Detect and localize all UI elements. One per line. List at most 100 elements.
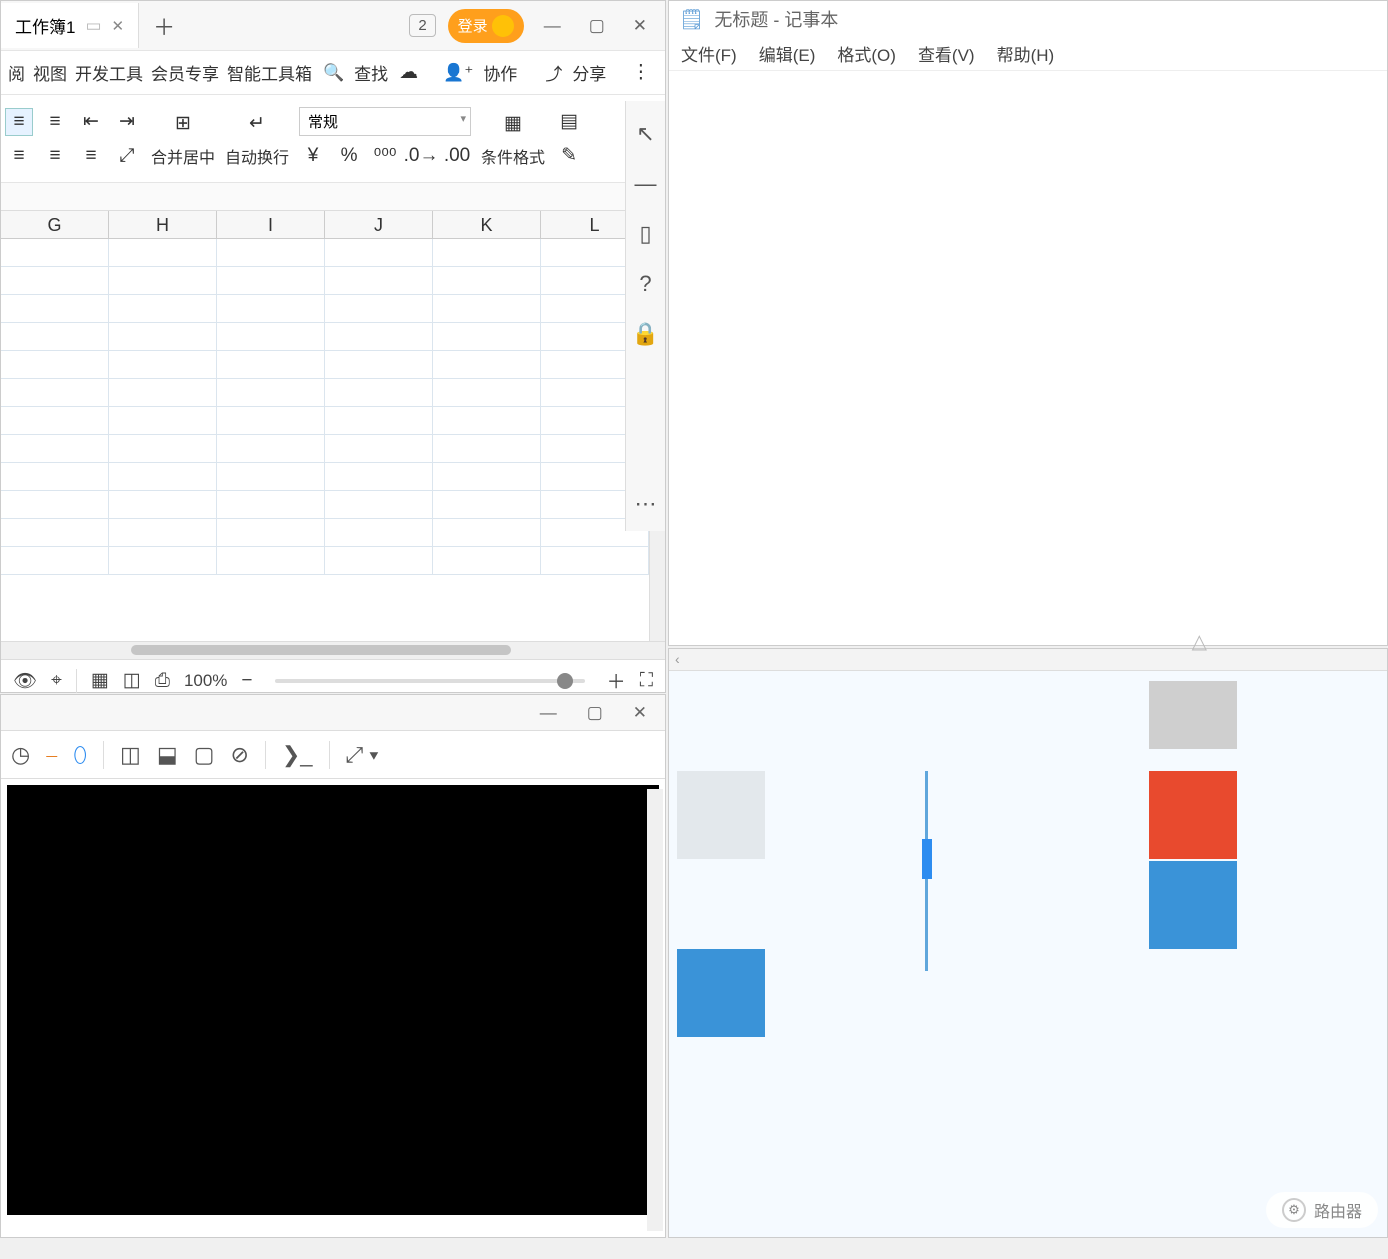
menu-item[interactable]: 阅 (5, 56, 28, 89)
cell[interactable] (1, 379, 109, 406)
no-split-icon[interactable]: ⊘ (230, 742, 248, 768)
wrap-label[interactable]: 自动换行 (225, 144, 289, 168)
minimize-icon[interactable]: — (536, 12, 569, 40)
cell[interactable] (1, 435, 109, 462)
zoom-slider[interactable] (275, 679, 585, 683)
cell[interactable] (109, 519, 217, 546)
tab-count-badge[interactable]: 2 (409, 14, 435, 37)
cloud-icon[interactable]: ☁ (396, 57, 421, 88)
currency-icon[interactable]: ¥ (299, 142, 327, 170)
cell[interactable] (433, 351, 541, 378)
eye-icon[interactable]: 👁 (13, 669, 37, 693)
cell[interactable] (1, 239, 109, 266)
target-icon[interactable]: ⌖ (51, 670, 62, 692)
table-row[interactable] (1, 351, 649, 379)
cell[interactable] (433, 267, 541, 294)
table-row[interactable] (1, 491, 649, 519)
workbook-tab[interactable]: 工作簿1 ▭ ✕ (1, 3, 139, 48)
cell[interactable] (325, 519, 433, 546)
close-icon[interactable]: ✕ (625, 699, 655, 727)
cell[interactable] (217, 435, 325, 462)
col-header[interactable]: G (1, 211, 109, 238)
view-break-icon[interactable]: ⎙ (155, 670, 170, 692)
cell[interactable] (433, 519, 541, 546)
cell[interactable] (433, 435, 541, 462)
menu-item[interactable]: 视图 (30, 56, 70, 89)
menu-file[interactable]: 文件(F) (681, 41, 737, 66)
menu-item[interactable]: 开发工具 (72, 56, 146, 89)
cell[interactable] (217, 267, 325, 294)
cell[interactable] (325, 435, 433, 462)
cell[interactable] (433, 407, 541, 434)
back-icon[interactable]: ‹ (675, 651, 680, 667)
menu-help[interactable]: 帮助(H) (997, 41, 1055, 66)
add-tab-button[interactable]: ＋ (139, 10, 189, 42)
cell[interactable] (217, 295, 325, 322)
cell[interactable] (109, 323, 217, 350)
cell[interactable] (109, 491, 217, 518)
console-area[interactable] (7, 785, 659, 1215)
cond-format-label[interactable]: 条件格式 (481, 144, 545, 168)
col-header[interactable]: I (217, 211, 325, 238)
table-row[interactable] (1, 435, 649, 463)
cell[interactable] (433, 239, 541, 266)
cell[interactable] (325, 323, 433, 350)
tile-blue[interactable] (677, 949, 765, 1037)
fullview-icon[interactable]: ▢ (194, 742, 215, 768)
decimal-dec-icon[interactable]: .00 (443, 142, 471, 170)
divider-handle[interactable] (922, 839, 932, 879)
table-row[interactable] (1, 519, 649, 547)
cell[interactable] (433, 491, 541, 518)
col-header[interactable]: H (109, 211, 217, 238)
maximize-icon[interactable]: ▢ (579, 699, 611, 727)
fullscreen-icon[interactable]: ⛶ (640, 670, 653, 692)
clock-icon[interactable]: ◷ (11, 742, 30, 768)
cell[interactable] (325, 407, 433, 434)
percent-icon[interactable]: % (335, 142, 363, 170)
share-button[interactable]: ⤴ 分享 (539, 52, 612, 93)
table-row[interactable] (1, 323, 649, 351)
cell-style-icon[interactable]: ✎ (555, 142, 583, 170)
view-page-icon[interactable]: ◫ (123, 669, 141, 692)
cell[interactable] (1, 407, 109, 434)
table-row[interactable] (1, 407, 649, 435)
expand-icon[interactable]: ⤢ ▾ (346, 742, 379, 768)
cell[interactable] (325, 267, 433, 294)
tile-grey[interactable] (677, 771, 765, 859)
cell[interactable] (217, 547, 325, 574)
cell[interactable] (217, 239, 325, 266)
align-top-icon[interactable]: ≡ (5, 142, 33, 170)
cell[interactable] (109, 463, 217, 490)
cell[interactable] (325, 379, 433, 406)
cell[interactable] (217, 463, 325, 490)
cell[interactable] (433, 379, 541, 406)
table-row[interactable] (1, 267, 649, 295)
decimal-inc-icon[interactable]: .0→ (407, 142, 435, 170)
menu-item[interactable]: 智能工具箱 (224, 56, 315, 89)
menu-format[interactable]: 格式(O) (837, 41, 896, 66)
highlight-icon[interactable]: ⬯ (73, 742, 87, 768)
close-icon[interactable]: ✕ (625, 12, 655, 40)
view-normal-icon[interactable]: ▦ (91, 669, 109, 692)
cell[interactable] (325, 463, 433, 490)
table-row[interactable] (1, 379, 649, 407)
cell[interactable] (433, 547, 541, 574)
cell[interactable] (109, 239, 217, 266)
split-bottom-icon[interactable]: ⬓ (157, 742, 178, 768)
table-row[interactable] (1, 463, 649, 491)
zoom-thumb[interactable] (557, 673, 573, 689)
cond-format-icon[interactable]: ▦ (494, 110, 532, 138)
comma-icon[interactable]: ⁰⁰⁰ (371, 142, 399, 170)
cell[interactable] (1, 491, 109, 518)
tile-grey-small[interactable] (1149, 681, 1237, 749)
cell[interactable] (541, 547, 649, 574)
cell[interactable] (217, 323, 325, 350)
prompt-icon[interactable]: ❯_ (282, 742, 313, 768)
cell[interactable] (325, 351, 433, 378)
indent-decrease-icon[interactable]: ⇤ (77, 108, 105, 136)
cell[interactable] (325, 491, 433, 518)
cell[interactable] (217, 351, 325, 378)
cell[interactable] (1, 295, 109, 322)
minimize-icon[interactable]: — (532, 699, 565, 727)
clipboard-icon[interactable]: ▯ (639, 221, 651, 247)
